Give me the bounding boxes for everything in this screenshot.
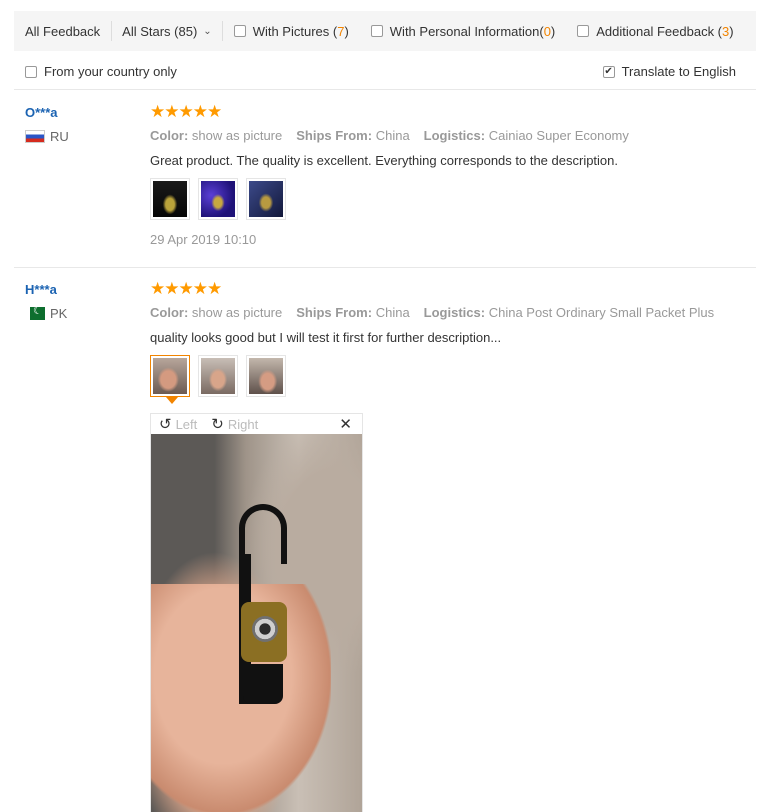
review-photo-thumbnail[interactable] bbox=[150, 178, 190, 220]
ships-from-info: Ships From: China bbox=[296, 305, 409, 320]
reviewer-name[interactable]: H***a bbox=[25, 282, 67, 297]
ships-from-info: Ships From: China bbox=[296, 128, 409, 143]
review-item: H***a PK ★★★★★ Color: show as picture Sh… bbox=[14, 268, 756, 812]
chevron-down-icon: ⌄ bbox=[203, 25, 212, 37]
rotate-right-icon: ↻ bbox=[211, 416, 224, 433]
order-info: Color: show as picture Ships From: China… bbox=[150, 305, 750, 320]
review-photo-thumbnail[interactable] bbox=[198, 355, 238, 397]
review-photo-thumbnail-selected[interactable] bbox=[150, 355, 190, 404]
review-photo-thumbnail[interactable] bbox=[246, 355, 286, 397]
reviewer-country: RU bbox=[25, 129, 69, 144]
personal-info-checkbox[interactable] bbox=[370, 25, 383, 37]
star-rating: ★★★★★ bbox=[150, 102, 222, 121]
review-text: quality looks good but I will test it fi… bbox=[150, 330, 502, 345]
color-info: Color: show as picture bbox=[150, 128, 282, 143]
rotate-left-label: Left bbox=[175, 416, 198, 432]
review-photo-thumbnail[interactable] bbox=[246, 178, 286, 220]
ships-from-label: Ships From: bbox=[296, 128, 373, 143]
logistics-value: Cainiao Super Economy bbox=[488, 128, 629, 143]
with-pictures-label: With Pictures ( bbox=[252, 23, 338, 39]
filter-options-row: From your country only ✔ Translate to En… bbox=[14, 54, 756, 90]
tool-bottom bbox=[243, 664, 283, 704]
review-body: ★★★★★ Color: show as picture Ships From:… bbox=[150, 280, 750, 812]
enlarged-review-photo bbox=[151, 434, 362, 812]
translate-label: Translate to English bbox=[621, 64, 736, 79]
color-label: Color: bbox=[150, 305, 189, 320]
country-code: RU bbox=[50, 129, 69, 144]
paren: ) bbox=[729, 23, 734, 39]
additional-feedback-checkbox[interactable] bbox=[577, 25, 590, 37]
tool-screw bbox=[252, 616, 278, 642]
logistics-info: Logistics: Cainiao Super Economy bbox=[424, 128, 629, 143]
review-body: ★★★★★ Color: show as picture Ships From:… bbox=[150, 103, 750, 247]
reviewer-info: O***a RU bbox=[25, 105, 69, 144]
lock-photo bbox=[153, 181, 187, 217]
personal-info-label: With Personal Information( bbox=[389, 23, 544, 39]
photo-viewer: ↺ Left ↻ Right ✕ bbox=[150, 413, 363, 812]
review-date: 29 Apr 2019 10:10 bbox=[150, 232, 257, 247]
from-country-filter[interactable]: From your country only bbox=[14, 64, 188, 79]
rotate-right-button[interactable]: ↻ Right bbox=[211, 415, 258, 433]
color-label: Color: bbox=[150, 128, 189, 143]
additional-feedback-count: 3 bbox=[722, 23, 730, 39]
reviewer-info: H***a PK bbox=[25, 282, 67, 321]
paren: ) bbox=[344, 23, 349, 39]
logistics-value: China Post Ordinary Small Packet Plus bbox=[488, 305, 715, 320]
review-text: Great product. The quality is excellent.… bbox=[150, 153, 619, 168]
from-country-checkbox[interactable] bbox=[25, 65, 37, 78]
keychain-multitool bbox=[235, 504, 291, 714]
review-item: O***a RU ★★★★★ Color: show as picture Sh… bbox=[14, 91, 756, 268]
review-photos bbox=[150, 355, 750, 404]
all-stars-dropdown[interactable]: All Stars (85) ⌄ bbox=[111, 11, 223, 51]
star-rating: ★★★★★ bbox=[150, 279, 222, 298]
lock-photo bbox=[201, 181, 235, 217]
ships-from-value: China bbox=[375, 128, 410, 143]
logistics-label: Logistics: bbox=[423, 305, 486, 320]
hand-photo bbox=[249, 358, 283, 394]
hand-photo bbox=[201, 358, 235, 394]
reviewer-country: PK bbox=[25, 304, 68, 321]
review-photo-thumbnail[interactable] bbox=[198, 178, 238, 220]
russia-flag-icon bbox=[25, 130, 45, 143]
rotate-left-button[interactable]: ↺ Left bbox=[159, 415, 197, 433]
all-feedback-tab[interactable]: All Feedback bbox=[14, 11, 111, 51]
feedback-filter-bar: All Feedback All Stars (85) ⌄ With Pictu… bbox=[14, 11, 756, 51]
hand-photo bbox=[153, 358, 187, 394]
logistics-info: Logistics: China Post Ordinary Small Pac… bbox=[424, 305, 714, 320]
with-pictures-checkbox[interactable] bbox=[233, 25, 246, 37]
translate-checkbox[interactable]: ✔ bbox=[602, 65, 615, 78]
color-info: Color: show as picture bbox=[150, 305, 282, 320]
country-code: PK bbox=[50, 306, 68, 321]
additional-feedback-filter[interactable]: Additional Feedback (3) bbox=[566, 11, 744, 51]
paren: ) bbox=[550, 23, 556, 39]
review-photos bbox=[150, 178, 750, 220]
with-pictures-count: 7 bbox=[337, 23, 345, 39]
personal-info-count: 0 bbox=[543, 23, 551, 39]
color-value: show as picture bbox=[191, 305, 283, 320]
lock-photo bbox=[249, 181, 283, 217]
rotate-right-label: Right bbox=[227, 416, 259, 432]
order-info: Color: show as picture Ships From: China… bbox=[150, 128, 750, 143]
additional-feedback-label: Additional Feedback ( bbox=[596, 23, 723, 39]
all-feedback-label: All Feedback bbox=[25, 23, 101, 39]
photo-viewer-toolbar: ↺ Left ↻ Right ✕ bbox=[151, 414, 362, 434]
logistics-label: Logistics: bbox=[423, 128, 486, 143]
with-pictures-filter[interactable]: With Pictures (7) bbox=[223, 11, 360, 51]
close-icon[interactable]: ✕ bbox=[339, 415, 352, 433]
rotate-left-icon: ↺ bbox=[159, 416, 172, 433]
color-value: show as picture bbox=[191, 128, 283, 143]
personal-info-filter[interactable]: With Personal Information(0) bbox=[360, 11, 566, 51]
reviewer-name[interactable]: O***a bbox=[25, 105, 69, 120]
all-stars-label: All Stars (85) bbox=[122, 23, 198, 39]
translate-toggle[interactable]: ✔ Translate to English bbox=[592, 64, 756, 79]
ships-from-label: Ships From: bbox=[296, 305, 373, 320]
ships-from-value: China bbox=[375, 305, 410, 320]
pakistan-flag-icon bbox=[25, 304, 45, 320]
from-country-label: From your country only bbox=[44, 64, 177, 79]
